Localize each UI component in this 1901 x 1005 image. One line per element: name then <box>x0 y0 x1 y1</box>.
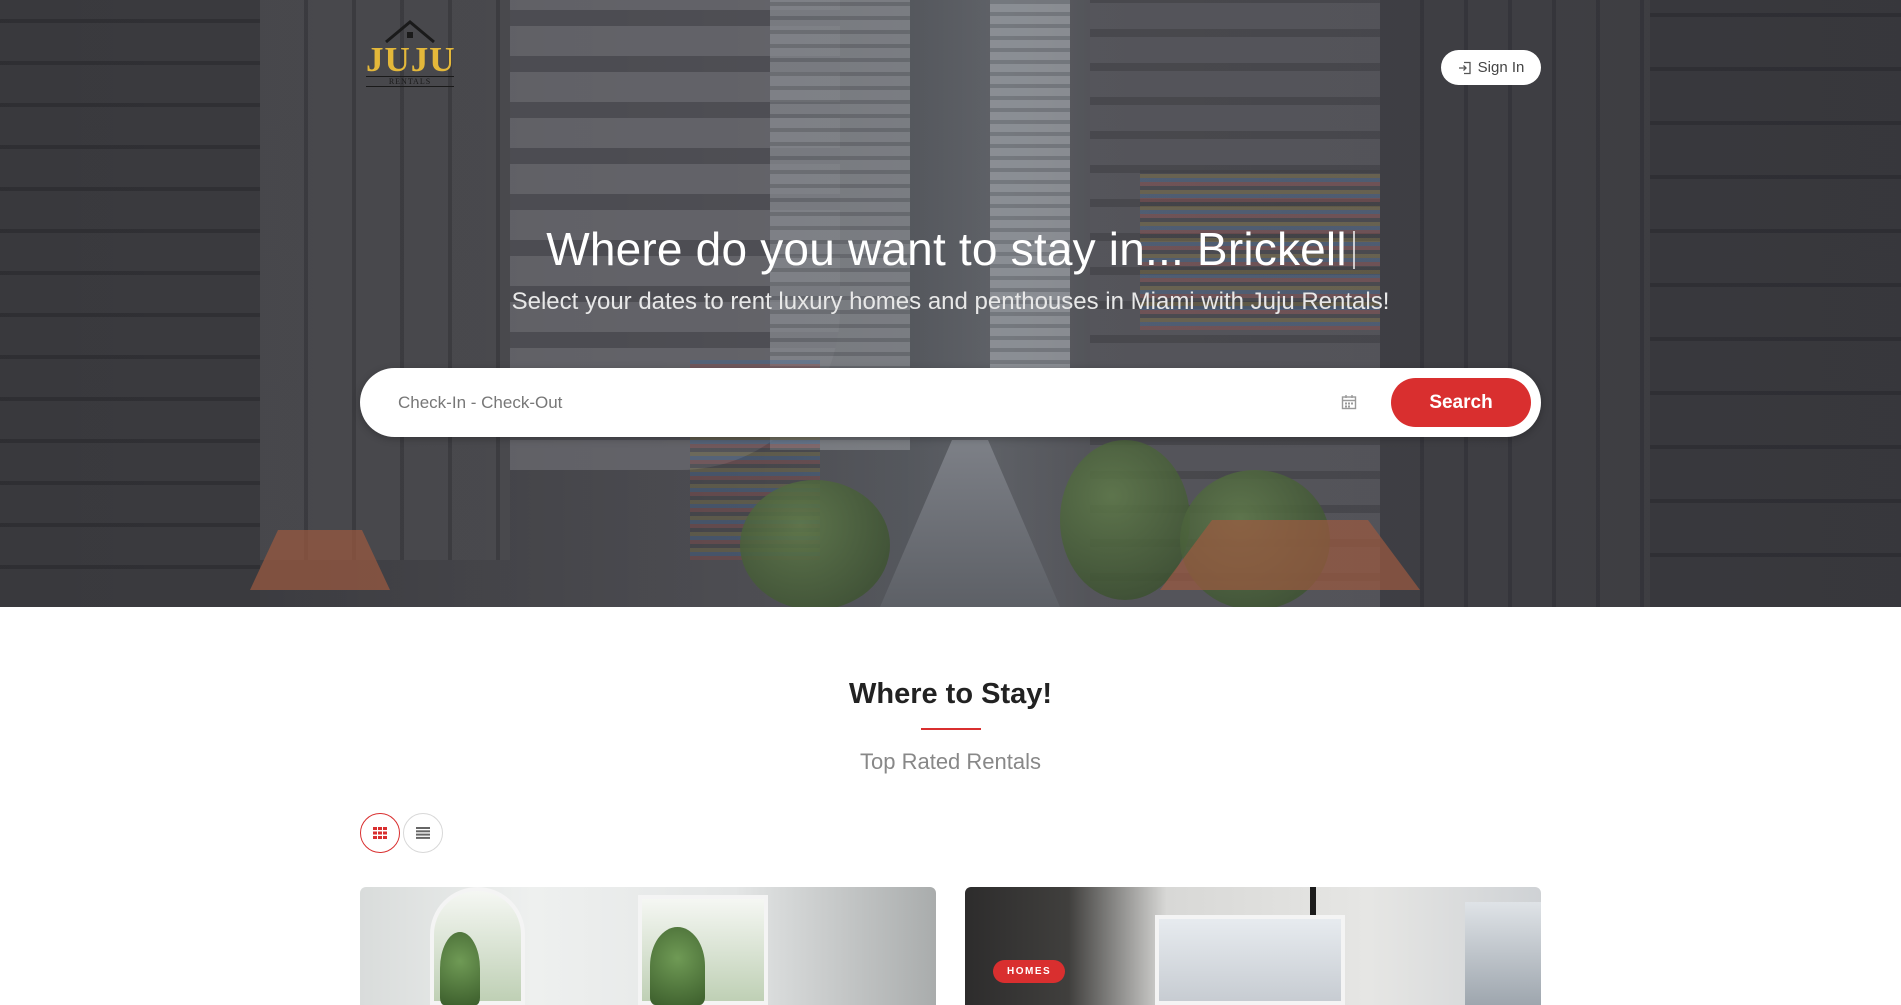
section-divider <box>921 728 981 730</box>
sign-in-icon <box>1458 61 1472 75</box>
hero-building <box>990 0 1070 420</box>
hero-headline-text: Where do you want to stay in... Brickell <box>546 223 1347 275</box>
section-subtitle: Top Rated Rentals <box>860 749 1041 774</box>
hero-tree <box>740 480 890 607</box>
hero-street <box>880 440 1060 607</box>
list-view-icon <box>416 827 430 839</box>
site-logo[interactable]: JUJU RENTALS <box>366 18 456 88</box>
sign-in-button[interactable]: Sign In <box>1441 50 1541 85</box>
hero-banner: JUJU RENTALS Sign In Where do you want t… <box>0 0 1901 607</box>
list-view-button[interactable] <box>403 813 443 853</box>
card-photo-palm <box>650 927 705 1005</box>
card-category-badge: HOMES <box>993 960 1066 983</box>
section-title: Where to Stay! <box>848 678 1053 710</box>
sign-in-label: Sign In <box>1477 59 1525 76</box>
card-photo-window <box>1155 915 1345 1005</box>
grid-view-icon <box>373 827 387 839</box>
logo-subtitle: RENTALS <box>366 76 454 87</box>
logo-wordmark: JUJU <box>366 40 456 79</box>
calendar-icon[interactable] <box>1341 394 1357 415</box>
grid-view-button[interactable] <box>360 813 400 853</box>
card-photo-skyline <box>1465 902 1541 1005</box>
rental-card[interactable] <box>360 887 936 1005</box>
date-range-input[interactable] <box>398 386 1358 420</box>
typing-cursor <box>1352 231 1355 269</box>
rental-card[interactable]: HOMES <box>965 887 1541 1005</box>
hero-headline: Where do you want to stay in... Brickell <box>0 222 1901 276</box>
hero-subline: Select your dates to rent luxury homes a… <box>511 288 1390 315</box>
card-photo-palm <box>440 932 480 1005</box>
search-button[interactable]: Search <box>1391 378 1531 427</box>
search-bar: Search <box>360 368 1541 437</box>
